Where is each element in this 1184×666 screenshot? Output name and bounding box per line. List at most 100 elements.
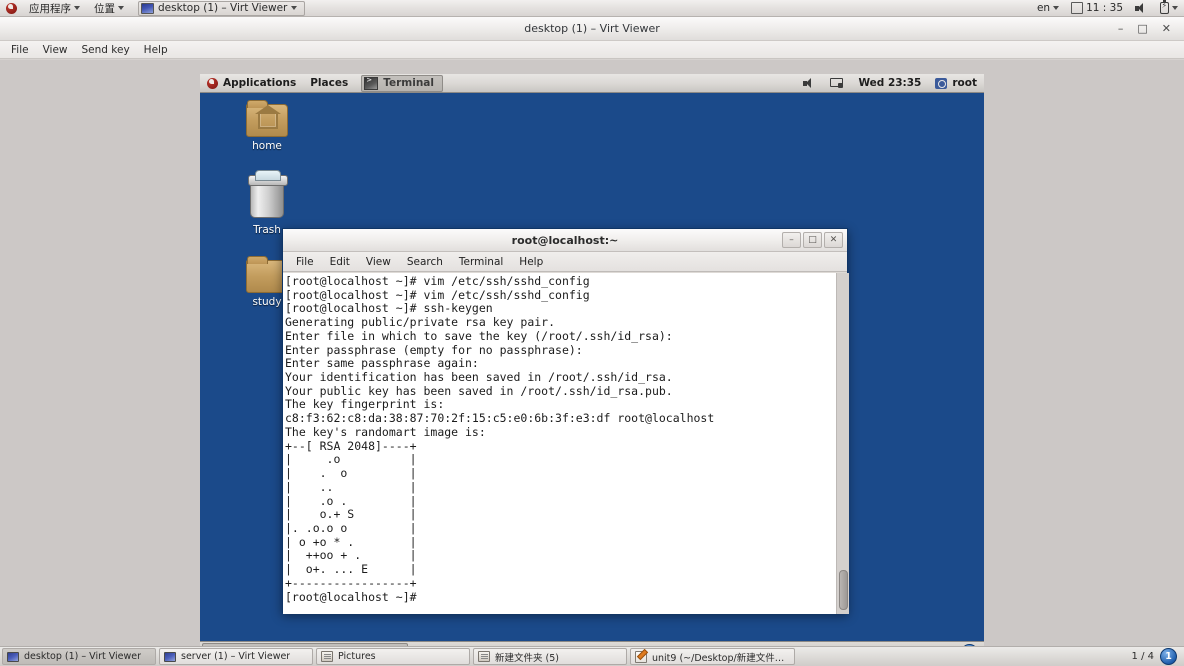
host-taskbar: desktop (1) – Virt Viewer server (1) – V… [0,646,1184,666]
home-folder-icon [246,100,288,137]
terminal-output[interactable]: [root@localhost ~]# vim /etc/ssh/sshd_co… [283,273,836,614]
taskbar-item-label: server (1) – Virt Viewer [181,651,291,662]
clock-area[interactable]: 11 : 35 [1065,0,1129,17]
terminal-titlebar[interactable]: root@localhost:~ – □ ✕ [283,229,847,252]
chevron-down-icon [1172,6,1178,10]
host-panel-tray: en 11 : 35 [1031,0,1184,17]
gnome-applications-label: Applications [223,76,297,89]
virt-viewer-title: desktop (1) – Virt Viewer [524,22,660,35]
user-icon [935,77,948,89]
virt-viewer-menubar: File View Send key Help [0,41,1184,59]
terminal-close-button[interactable]: ✕ [824,232,843,248]
vm-display: Applications Places Terminal [200,74,984,662]
terminal-menu-search[interactable]: Search [399,252,451,272]
virt-viewer-window: desktop (1) – Virt Viewer – □ ✕ File Vie… [0,17,1184,662]
fedora-menu-logo[interactable] [0,0,23,17]
volume-icon [1135,2,1148,14]
terminal-scrollbar[interactable] [836,273,849,614]
virt-viewer-titlebar[interactable]: desktop (1) – Virt Viewer – □ ✕ [0,17,1184,41]
host-workspace-badge[interactable]: 1 [1160,648,1177,665]
gnome-places-label: Places [310,76,349,89]
terminal-title: root@localhost:~ [511,233,619,247]
chevron-down-icon [1053,6,1060,10]
gnome-places-menu[interactable]: Places [303,74,355,93]
gnome-user-label: root [952,76,977,89]
places-menu[interactable]: 位置 [88,0,130,17]
file-manager-icon [321,651,333,662]
gnome-window-list-terminal[interactable]: Terminal [361,74,443,92]
chevron-down-icon [74,6,80,10]
applications-menu[interactable]: 应用程序 [23,0,86,17]
gnome-network-indicator[interactable] [823,77,851,89]
terminal-minimize-button[interactable]: – [782,232,801,248]
volume-indicator[interactable] [1129,0,1154,17]
calendar-icon [1071,2,1084,14]
host-workspace-switcher[interactable]: 1 / 4 1 [1132,648,1182,665]
host-window-selector[interactable]: desktop (1) – Virt Viewer [138,0,306,16]
keyboard-layout-indicator[interactable]: en [1031,0,1065,17]
terminal-menu-view[interactable]: View [358,252,399,272]
battery-icon [1160,0,1169,14]
menu-send-key[interactable]: Send key [75,41,137,59]
terminal-menubar: File Edit View Search Terminal Help [283,252,847,272]
terminal-body[interactable]: [root@localhost ~]# vim /etc/ssh/sshd_co… [283,273,849,614]
monitor-icon [7,651,19,662]
menu-help[interactable]: Help [137,41,175,59]
gnome-panel-tray: Wed 23:35 root [796,74,984,93]
gnome-volume-indicator[interactable] [796,77,823,89]
chevron-down-icon [118,6,124,10]
applications-menu-label: 应用程序 [29,2,71,15]
clock-label: 11 : 35 [1086,2,1123,14]
terminal-window-controls: – □ ✕ [782,232,847,248]
taskbar-item-label: desktop (1) – Virt Viewer [24,651,142,662]
host-workspace-label: 1 / 4 [1131,651,1154,662]
host-top-panel: 应用程序 位置 desktop (1) – Virt Viewer en 11 … [0,0,1184,17]
taskbar-item-pictures[interactable]: Pictures [316,648,470,665]
gnome-window-list-terminal-label: Terminal [383,77,434,89]
close-button[interactable]: ✕ [1162,23,1171,34]
taskbar-item-label: unit9 (~/Desktop/新建文件夹 (5)) ⋯ [652,652,787,664]
text-editor-icon [635,650,647,663]
taskbar-item-unit9[interactable]: unit9 (~/Desktop/新建文件夹 (5)) ⋯ [630,648,795,665]
host-window-selector-label: desktop (1) – Virt Viewer [158,2,288,14]
taskbar-item-new-folder[interactable]: 新建文件夹 (5) [473,648,627,665]
network-disconnected-icon [830,77,844,89]
virt-viewer-canvas: Applications Places Terminal [0,60,1184,662]
gnome-clock[interactable]: Wed 23:35 [851,74,928,93]
terminal-menu-edit[interactable]: Edit [322,252,358,272]
terminal-maximize-button[interactable]: □ [803,232,822,248]
monitor-icon [164,651,176,662]
terminal-icon [364,76,379,90]
minimize-button[interactable]: – [1118,23,1124,34]
monitor-icon [141,2,154,14]
terminal-menu-help[interactable]: Help [511,252,551,272]
menu-view[interactable]: View [36,41,75,59]
file-manager-icon [478,651,490,662]
taskbar-item-label: Pictures [338,651,376,662]
taskbar-item-label: 新建文件夹 (5) [495,652,559,664]
volume-icon [803,77,816,89]
desktop-icon-home[interactable]: home [235,100,299,152]
gnome-top-panel: Applications Places Terminal [200,74,984,93]
house-glyph [255,105,281,129]
gnome-applications-menu[interactable]: Applications [200,74,303,93]
desktop-icon-home-label: home [252,140,282,152]
terminal-menu-file[interactable]: File [288,252,322,272]
keyboard-layout-label: en [1036,2,1051,14]
terminal-menu-terminal[interactable]: Terminal [451,252,511,272]
battery-indicator[interactable] [1154,0,1184,17]
gnome-clock-label: Wed 23:35 [858,76,922,89]
taskbar-item-server-virt-viewer[interactable]: server (1) – Virt Viewer [159,648,313,665]
gnome-user-menu[interactable]: root [928,74,984,93]
fedora-logo-icon [6,2,17,14]
terminal-scrollbar-thumb[interactable] [839,570,848,610]
virt-viewer-window-controls: – □ ✕ [1118,23,1184,34]
places-menu-label: 位置 [94,2,115,15]
trash-icon [248,170,288,218]
taskbar-item-desktop-virt-viewer[interactable]: desktop (1) – Virt Viewer [2,648,156,665]
fedora-logo-icon [207,77,218,89]
chevron-down-icon [291,6,298,10]
maximize-button[interactable]: □ [1137,23,1147,34]
menu-file[interactable]: File [4,41,36,59]
terminal-window: root@localhost:~ – □ ✕ File Edit View Se… [282,228,849,614]
